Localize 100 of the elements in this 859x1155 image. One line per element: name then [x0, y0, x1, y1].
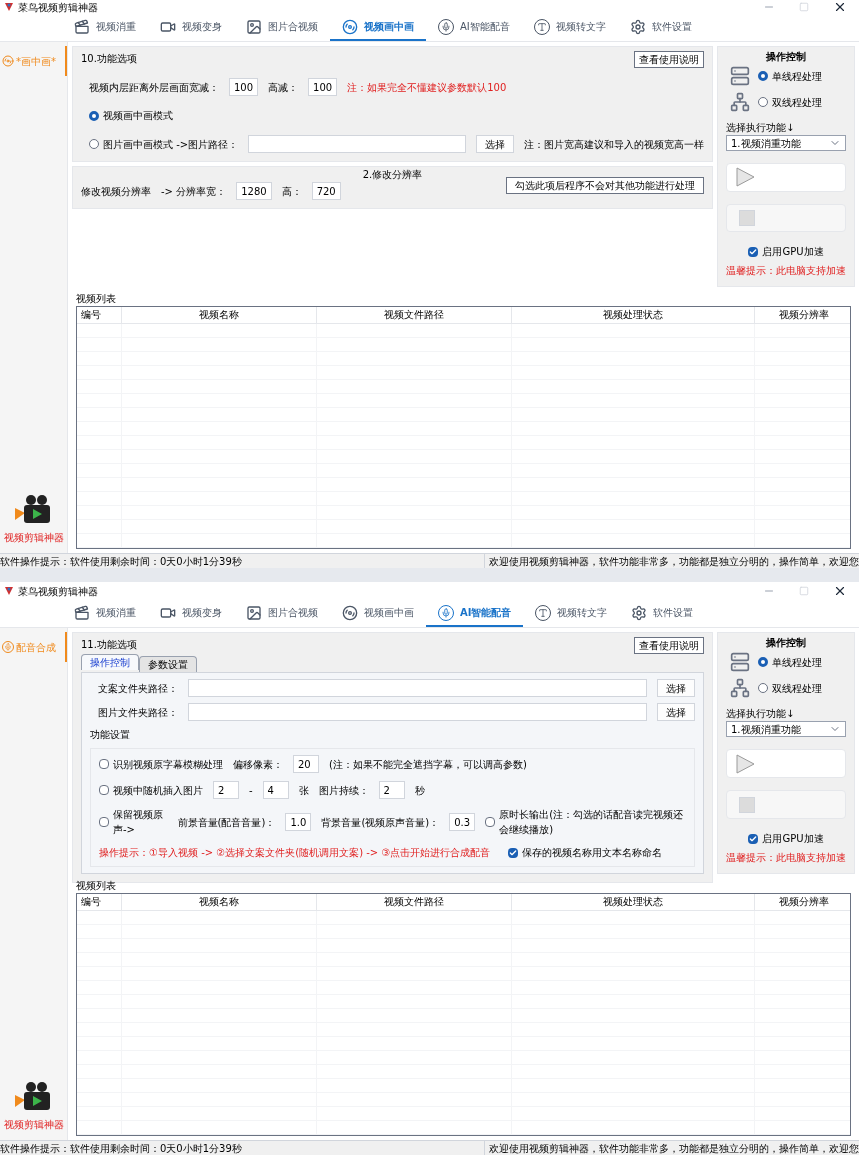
- input-field[interactable]: 1.0: [285, 813, 312, 831]
- maximize-icon[interactable]: [799, 586, 809, 596]
- sub-tab[interactable]: 参数设置: [139, 656, 197, 672]
- radio-button[interactable]: 视频画中画模式: [89, 108, 173, 123]
- play-icon: [735, 753, 755, 774]
- stop-button[interactable]: [726, 790, 846, 819]
- start-button[interactable]: [726, 749, 846, 778]
- field-label: 视频内层距离外层画面宽减：: [89, 80, 219, 95]
- check-icon: [749, 247, 758, 256]
- start-button[interactable]: [726, 163, 846, 192]
- field-label: 背景音量(视频原声音量)：: [321, 815, 440, 830]
- panel-title: 操作控制: [766, 636, 806, 650]
- section-title: 11.功能选项: [81, 638, 137, 652]
- select-button[interactable]: 选择: [657, 679, 695, 697]
- checkbox[interactable]: 启用GPU加速: [748, 831, 824, 846]
- help-button[interactable]: 查看使用说明: [634, 637, 704, 654]
- resolution-only-button[interactable]: 勾选此项后程序不会对其他功能进行处理: [506, 176, 704, 194]
- server-icon: [730, 652, 750, 672]
- select-button[interactable]: 选择: [657, 703, 695, 721]
- app-logo-icon: [4, 586, 14, 596]
- close-icon[interactable]: [833, 0, 847, 14]
- checkbox[interactable]: 保留视频原声->: [99, 807, 168, 837]
- input-field[interactable]: 100: [229, 78, 259, 96]
- input-field[interactable]: 100: [308, 78, 338, 96]
- field-label: -> 分辨率宽：: [161, 184, 227, 199]
- check-icon: [749, 834, 758, 843]
- nav-tab[interactable]: 视频消重: [62, 14, 148, 41]
- settings-icon: [631, 604, 648, 621]
- nav-tab[interactable]: 视频消重: [62, 600, 148, 627]
- film-reel-icon: [2, 55, 14, 67]
- radio-button[interactable]: 双线程处理: [758, 680, 822, 696]
- stop-icon: [739, 796, 755, 813]
- stop-button[interactable]: [726, 203, 846, 232]
- nav-tab[interactable]: 图片合视频: [234, 600, 330, 627]
- nav-tab[interactable]: 视频转文字: [523, 600, 620, 627]
- input-field[interactable]: 720: [311, 182, 341, 200]
- input-field[interactable]: 4: [262, 781, 289, 799]
- movie-camera-icon: [14, 1081, 53, 1113]
- tip-text: 温馨提示：此电脑支持加速: [726, 851, 846, 865]
- nav-tab[interactable]: AI智能配音: [426, 600, 524, 627]
- column-header: 视频处理状态: [512, 894, 755, 910]
- column-header: 编号: [77, 307, 122, 323]
- input-field[interactable]: 20: [293, 755, 319, 773]
- app-logo-icon: [4, 2, 14, 12]
- input-field[interactable]: 2: [213, 781, 239, 799]
- movie-camera-icon: [14, 494, 53, 526]
- nav-tab[interactable]: AI智能配音: [426, 14, 522, 41]
- checkbox[interactable]: 保存的视频名称用文本名称命名: [508, 845, 662, 860]
- close-icon[interactable]: [833, 584, 847, 598]
- nav-tab[interactable]: 视频变身: [148, 14, 234, 41]
- field-label: 前景音量(配音音量)：: [177, 815, 276, 830]
- checkbox[interactable]: 视频中随机插入图片: [99, 782, 203, 798]
- select-button[interactable]: 选择: [476, 135, 514, 153]
- nav-tab[interactable]: 视频变身: [148, 600, 234, 627]
- path-field[interactable]: [188, 679, 647, 697]
- tip-text: 温馨提示：此电脑支持加速: [726, 264, 846, 278]
- path-field[interactable]: [188, 703, 647, 721]
- hint-text: 注：如果完全不懂建议参数默认100: [347, 80, 507, 95]
- field-label: 图片文件夹路径：: [98, 705, 178, 720]
- maximize-icon[interactable]: [799, 2, 809, 12]
- nav-tab[interactable]: 软件设置: [619, 600, 706, 627]
- settings-icon: [629, 18, 646, 35]
- column-header: 视频处理状态: [512, 307, 755, 323]
- path-field[interactable]: [248, 135, 466, 153]
- server-icon: [730, 66, 750, 86]
- window-title: 菜鸟视频剪辑神器: [18, 584, 98, 599]
- nav-tab[interactable]: 视频画中画: [330, 14, 426, 41]
- select-label: 选择执行功能↓: [726, 707, 795, 721]
- panel-title: 操作控制: [766, 50, 806, 64]
- status-label: 软件操作提示：: [0, 554, 70, 569]
- radio-button[interactable]: 单线程处理: [758, 654, 822, 670]
- welcome-text: 欢迎使用视频剪辑神器，软件功能非常多，功能都是独立分明的，操作简单，欢迎您: [484, 1140, 859, 1155]
- input-field[interactable]: 2: [378, 781, 405, 799]
- image-icon: [246, 604, 262, 621]
- help-button[interactable]: 查看使用说明: [634, 51, 704, 68]
- sub-tab[interactable]: 操作控制: [81, 654, 139, 670]
- nav-tab[interactable]: 视频画中画: [330, 600, 426, 627]
- input-field[interactable]: 0.3: [449, 813, 476, 831]
- column-header: 编号: [77, 894, 122, 910]
- select-label: 选择执行功能↓: [726, 121, 795, 135]
- nav-tab[interactable]: 图片合视频: [234, 14, 330, 41]
- nav-tab[interactable]: 视频转文字: [521, 14, 618, 41]
- field-label: 偏移像素：: [233, 757, 283, 772]
- field-label: 秒: [414, 783, 425, 798]
- function-dropdown[interactable]: 1.视频消重功能: [726, 721, 846, 737]
- disc-icon: [342, 18, 358, 35]
- input-field[interactable]: 1280: [236, 182, 272, 200]
- function-dropdown[interactable]: 1.视频消重功能: [726, 135, 846, 151]
- brand-text: 视频剪辑神器: [3, 531, 64, 545]
- column-header: 视频分辨率: [755, 307, 850, 323]
- radio-button[interactable]: 双线程处理: [758, 94, 822, 110]
- clapperboard-icon: [74, 18, 90, 35]
- checkbox[interactable]: 原时长输出(注：勾选的话配音读完视频还会继续播放): [485, 807, 686, 837]
- checkbox[interactable]: 启用GPU加速: [748, 244, 824, 259]
- checkbox[interactable]: 识别视频原字幕模糊处理: [99, 756, 223, 772]
- radio-button[interactable]: 单线程处理: [758, 68, 822, 84]
- field-label: 图片持续：: [318, 783, 369, 798]
- brand-text: 视频剪辑神器: [3, 1118, 64, 1132]
- radio-button[interactable]: 图片画中画模式 ->图片路径：: [89, 136, 239, 152]
- nav-tab[interactable]: 软件设置: [617, 14, 704, 41]
